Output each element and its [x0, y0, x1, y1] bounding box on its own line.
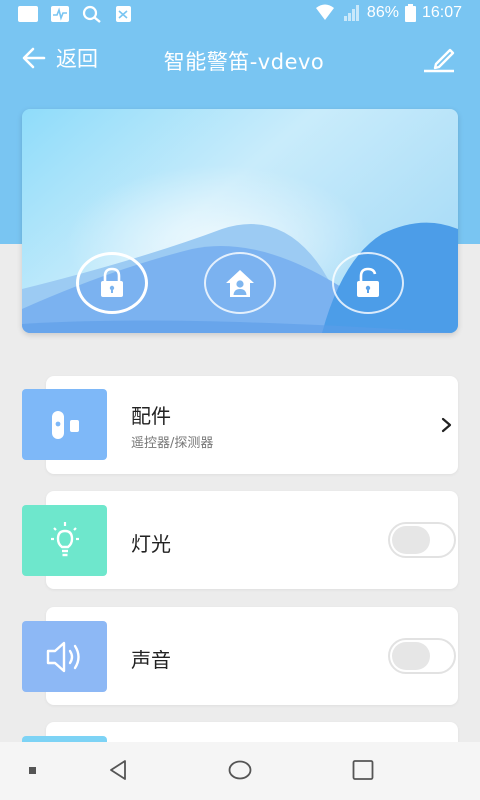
sound-title: 声音 — [131, 648, 171, 672]
security-mode-card — [22, 109, 458, 333]
light-toggle[interactable] — [388, 522, 456, 558]
search-icon — [82, 5, 101, 23]
accessories-title: 配件 — [131, 404, 171, 428]
battery-percent: 86% — [366, 4, 399, 21]
edit-icon[interactable] — [422, 44, 456, 74]
image-icon — [116, 6, 131, 22]
back-triangle-icon[interactable] — [106, 758, 130, 782]
home-circle-icon[interactable] — [228, 758, 252, 782]
accessories-subtitle: 遥控器/探测器 — [131, 436, 214, 451]
recents-square-icon[interactable] — [351, 758, 375, 782]
signal-icon — [343, 5, 359, 21]
activity-icon — [51, 6, 69, 22]
menu-dot-icon[interactable] — [28, 766, 38, 776]
toggle-knob — [392, 526, 430, 554]
toggle-knob — [392, 642, 430, 670]
wifi-icon — [315, 4, 334, 20]
bulb-icon — [22, 505, 107, 576]
lock-icon — [101, 267, 123, 297]
status-bar: 86% 16:07 — [0, 0, 480, 28]
arm-mode-button[interactable] — [76, 252, 148, 314]
system-nav-bar — [0, 742, 480, 800]
clock: 16:07 — [421, 4, 462, 21]
sound-toggle[interactable] — [388, 638, 456, 674]
accessory-icon — [22, 389, 107, 460]
speaker-icon — [22, 621, 107, 692]
battery-icon — [404, 4, 416, 22]
light-title: 灯光 — [131, 532, 171, 556]
disarm-mode-button[interactable] — [332, 252, 404, 314]
app-bar: 返回 智能警笛-vdevo — [0, 30, 480, 86]
unlock-icon — [357, 267, 379, 297]
home-mode-button[interactable] — [204, 252, 276, 314]
page-title: 智能警笛-vdevo — [163, 50, 325, 74]
chevron-right-icon[interactable] — [440, 416, 454, 434]
home-user-icon — [226, 270, 254, 297]
notification-icon — [18, 6, 38, 22]
accessories-row[interactable] — [46, 376, 458, 474]
